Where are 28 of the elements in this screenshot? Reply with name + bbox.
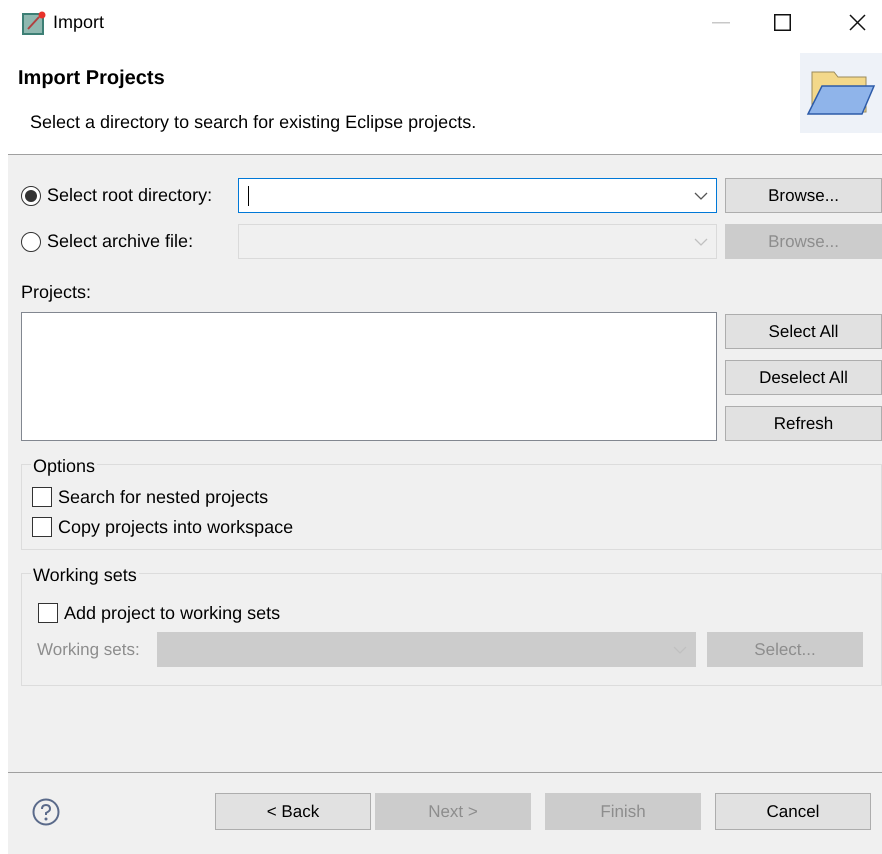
chevron-icon [694, 238, 708, 246]
checkbox-label: Search for nested projects [58, 486, 268, 509]
radio-label: Select root directory: [47, 184, 212, 207]
checkbox-label: Copy projects into workspace [58, 516, 294, 539]
button[interactable]: Cancel [715, 793, 871, 830]
checkbox-label: Add project to working sets [64, 602, 280, 625]
checkbox[interactable] [32, 517, 52, 537]
radio-button[interactable] [21, 186, 41, 206]
button[interactable]: Refresh [725, 406, 882, 441]
page-title: Import Projects [18, 66, 166, 91]
page-description: Select a directory to search for existing Eclipse projects. [30, 111, 478, 134]
window-title: Import [53, 11, 104, 34]
button[interactable]: Browse... [725, 178, 882, 213]
maximize-icon[interactable] [774, 14, 791, 31]
combo-field[interactable] [157, 632, 696, 667]
app-icon [22, 10, 46, 34]
button[interactable]: Deselect All [725, 360, 882, 395]
text-cursor [248, 186, 249, 206]
chevron-icon [694, 192, 708, 200]
field-label: Working sets: [37, 638, 141, 661]
projects-label: Projects: [21, 281, 92, 303]
close-icon[interactable] [849, 14, 866, 31]
radio-label: Select archive file: [47, 230, 194, 253]
combo-field[interactable] [238, 178, 717, 213]
checkbox[interactable] [32, 487, 52, 507]
help-icon[interactable] [32, 798, 60, 826]
button[interactable]: < Back [215, 793, 371, 830]
button[interactable]: Select All [725, 314, 882, 349]
